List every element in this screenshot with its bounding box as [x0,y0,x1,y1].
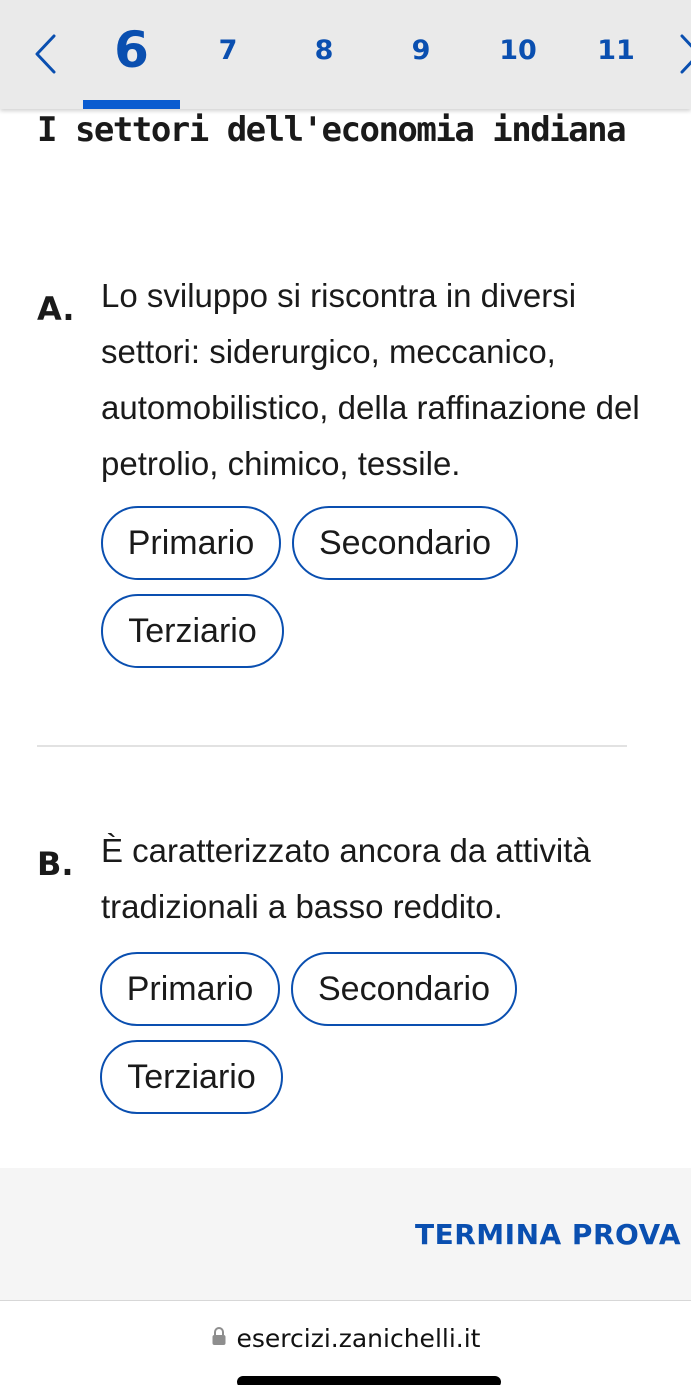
question-number-6[interactable]: 6 [83,0,180,100]
chevron-right-icon[interactable] [676,30,691,78]
question-divider [37,745,627,747]
active-question-indicator [83,100,180,109]
home-indicator [237,1376,501,1385]
url-display[interactable]: esercizi.zanichelli.it [0,1320,691,1356]
lock-icon [211,1326,227,1350]
question-a-option-secondario[interactable]: Secondario [292,506,518,580]
question-a-text: Lo sviluppo si riscontra in diversi sett… [101,277,640,482]
question-number-9[interactable]: 9 [396,0,446,100]
question-number-10[interactable]: 10 [488,0,548,100]
question-b-letter: B. [37,845,74,883]
question-a-option-primario[interactable]: Primario [101,506,281,580]
question-a-option-terziario[interactable]: Terziario [101,594,284,668]
chevron-left-icon[interactable] [30,30,60,78]
page-title: I settori dell'economia indiana [37,110,627,150]
question-b-option-primario[interactable]: Primario [100,952,280,1026]
question-number-7[interactable]: 7 [203,0,253,100]
question-a-letter: A. [37,290,75,328]
question-number-11[interactable]: 11 [586,0,646,100]
url-text: esercizi.zanichelli.it [236,1323,481,1353]
question-navigator: 6 7 8 9 10 11 [0,0,691,109]
question-b-text: È caratterizzato ancora da attività trad… [101,832,591,925]
finish-test-button[interactable]: TERMINA PROVA [415,1218,681,1251]
page: 6 7 8 9 10 11 I settori dell'economia in… [0,0,691,1385]
question-number-8[interactable]: 8 [299,0,349,100]
question-b-option-terziario[interactable]: Terziario [100,1040,283,1114]
question-b-option-secondario[interactable]: Secondario [291,952,517,1026]
